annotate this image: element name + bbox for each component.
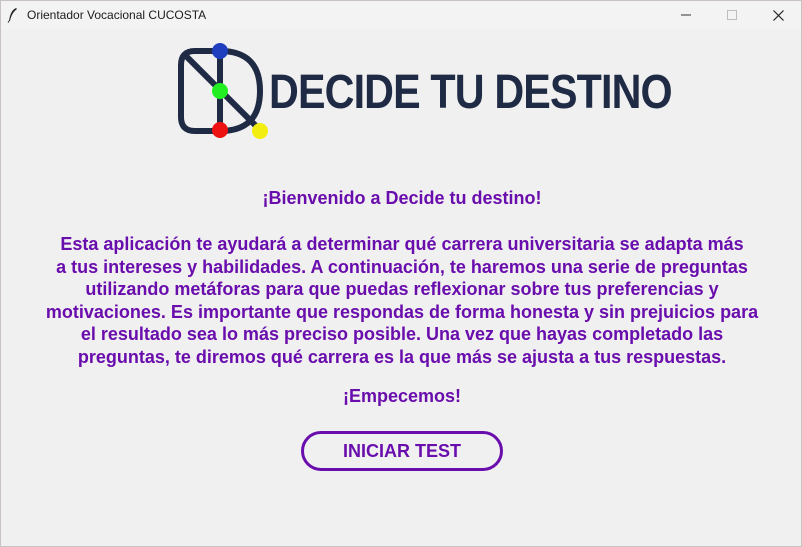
title-bar[interactable]: Orientador Vocacional CUCOSTA bbox=[1, 1, 801, 29]
start-text: ¡Empecemos! bbox=[342, 386, 462, 406]
close-icon bbox=[772, 9, 784, 21]
close-button[interactable] bbox=[755, 1, 801, 29]
description-line: Esta aplicación te ayudará a determinar … bbox=[60, 234, 744, 254]
description-line: a tus intereses y habilidades. A continu… bbox=[56, 256, 748, 277]
description-line: el resultado sea lo más preciso posible.… bbox=[80, 324, 724, 344]
welcome-heading: ¡Bienvenido a Decide tu destino! bbox=[262, 188, 542, 208]
description-line: preguntas, te diremos qué carrera es la … bbox=[77, 346, 727, 367]
maximize-button[interactable] bbox=[709, 1, 755, 29]
app-logo: DECIDE TU DESTINO bbox=[171, 39, 673, 149]
app-window: Orientador Vocacional CUCOSTA DECIDE TU … bbox=[0, 0, 802, 547]
description-line: utilizando metáforas para que puedas ref… bbox=[85, 279, 719, 299]
start-test-button[interactable]: INICIAR TEST bbox=[301, 431, 503, 471]
description-text: Esta aplicación te ayudará a determinar … bbox=[9, 233, 795, 368]
feather-icon bbox=[7, 8, 17, 23]
logo-text: DECIDE TU DESTINO bbox=[269, 66, 673, 119]
minimize-button[interactable] bbox=[663, 1, 709, 29]
logo-mark-icon bbox=[178, 43, 268, 139]
maximize-icon bbox=[727, 10, 737, 20]
window-title: Orientador Vocacional CUCOSTA bbox=[27, 8, 207, 22]
description-line: motivaciones. Es importante que responda… bbox=[45, 301, 759, 322]
minimize-icon bbox=[681, 14, 691, 16]
